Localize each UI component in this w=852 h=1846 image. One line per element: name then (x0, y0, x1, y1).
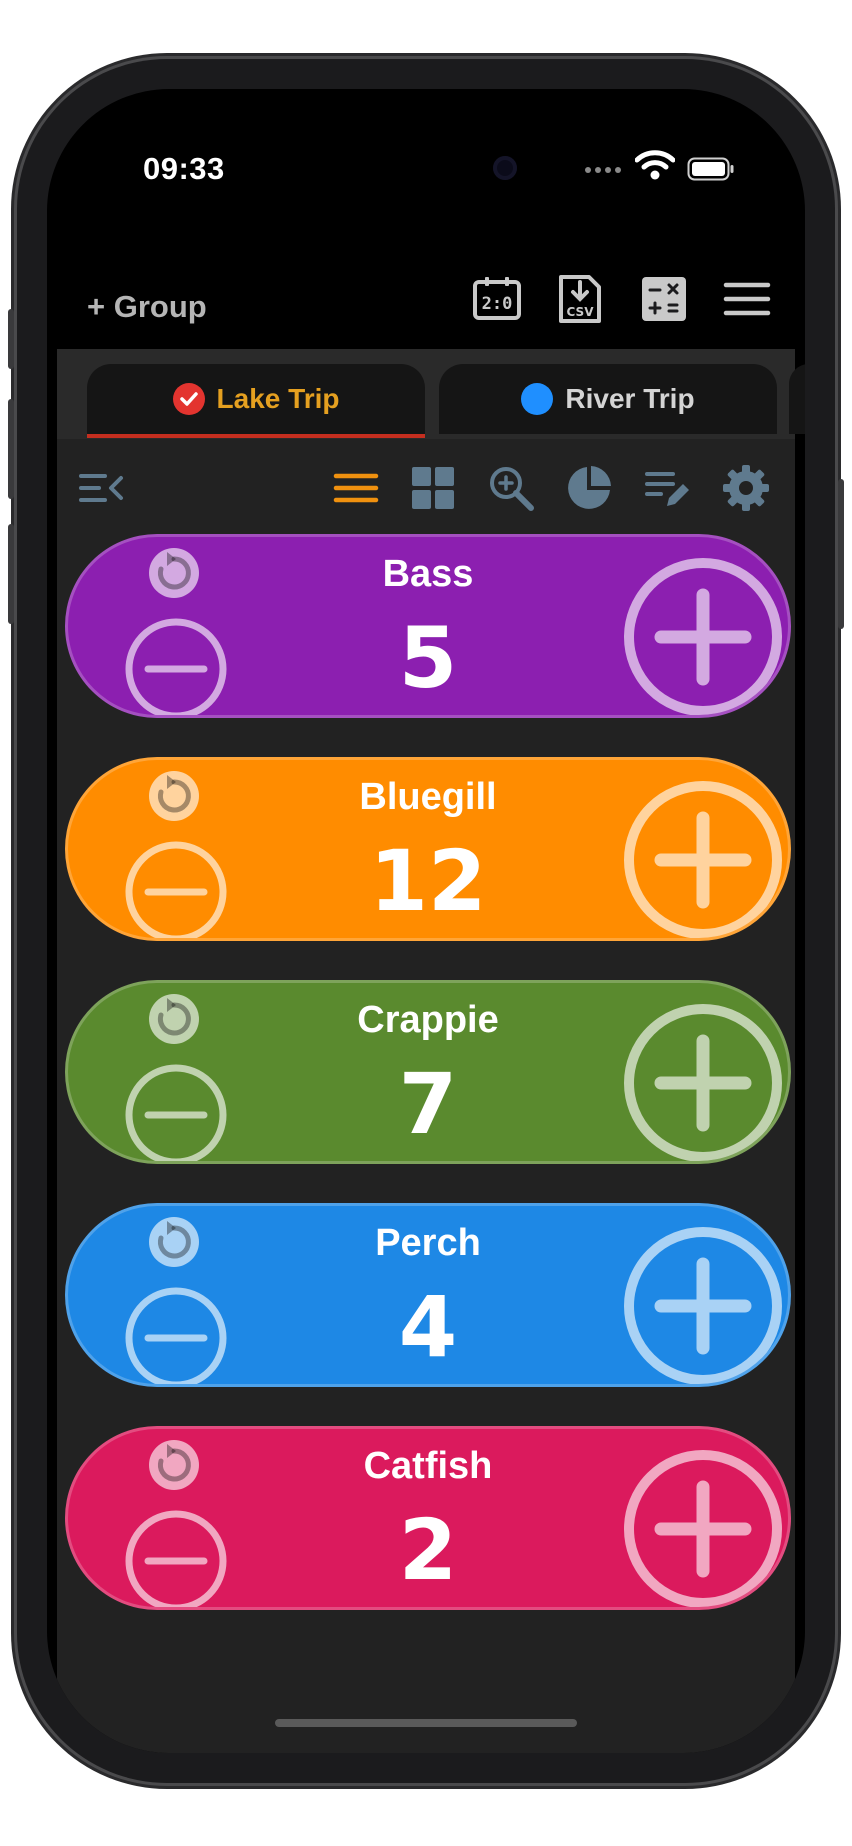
collapse-sidebar-icon[interactable] (77, 464, 125, 512)
screen: 09:33 + Group 2:0 CSV Lake Trip River Tr… (47, 89, 805, 1753)
decrement-button[interactable] (124, 617, 228, 718)
counter-card: Bass 5 (65, 534, 791, 718)
zoom-icon[interactable] (487, 464, 535, 512)
svg-text:2:0: 2:0 (482, 294, 513, 314)
increment-button[interactable] (623, 1226, 783, 1386)
counter-card: Perch 4 (65, 1203, 791, 1387)
scoreboard-icon[interactable]: 2:0 (472, 274, 522, 324)
battery-icon (687, 157, 734, 181)
dynamic-island (332, 139, 498, 199)
pie-chart-icon[interactable] (565, 464, 613, 512)
status-bar: 09:33 (47, 89, 805, 229)
check-badge-icon (172, 383, 205, 415)
decrement-button[interactable] (124, 1063, 228, 1164)
front-camera (493, 156, 517, 180)
settings-icon[interactable] (722, 464, 770, 512)
list-view-icon[interactable] (332, 464, 380, 512)
view-toolbar (57, 439, 795, 539)
counter-card: Catfish 2 (65, 1426, 791, 1610)
wifi-icon (635, 150, 675, 180)
decrement-button[interactable] (124, 840, 228, 941)
volume-up-button (8, 399, 14, 499)
grid-view-icon[interactable] (409, 464, 457, 512)
tab-lake-trip[interactable]: Lake Trip (87, 364, 425, 438)
group-tabs: Lake Trip River Trip (57, 349, 805, 439)
svg-text:CSV: CSV (567, 305, 595, 319)
cellular-signal-icon (585, 167, 621, 173)
add-group-button[interactable]: + Group (87, 289, 207, 325)
top-bar: + Group 2:0 CSV (47, 274, 805, 354)
tab-label: River Trip (565, 383, 695, 414)
volume-down-button (8, 524, 14, 624)
increment-button[interactable] (623, 557, 783, 717)
counter-list-panel: Bass 5 Bluegill 12 Crappie 7 Perch 4 Cat… (57, 439, 795, 1753)
tab-label: Lake Trip (216, 383, 340, 414)
counter-card: Crappie 7 (65, 980, 791, 1164)
edit-list-icon[interactable] (643, 464, 691, 512)
power-button (838, 479, 844, 629)
color-dot-icon (521, 383, 554, 415)
tab-overflow[interactable] (789, 364, 805, 434)
mute-switch (8, 309, 14, 369)
increment-button[interactable] (623, 1449, 783, 1609)
increment-button[interactable] (623, 780, 783, 940)
increment-button[interactable] (623, 1003, 783, 1163)
status-time: 09:33 (143, 151, 225, 186)
tab-river-trip[interactable]: River Trip (439, 364, 777, 434)
csv-download-icon[interactable]: CSV (555, 274, 605, 324)
decrement-button[interactable] (124, 1286, 228, 1387)
counter-card: Bluegill 12 (65, 757, 791, 941)
calculator-icon[interactable] (639, 274, 689, 324)
decrement-button[interactable] (124, 1509, 228, 1610)
home-indicator[interactable] (275, 1719, 577, 1727)
phone-frame: 09:33 + Group 2:0 CSV Lake Trip River Tr… (8, 59, 844, 1783)
hamburger-menu-icon[interactable] (722, 274, 772, 324)
